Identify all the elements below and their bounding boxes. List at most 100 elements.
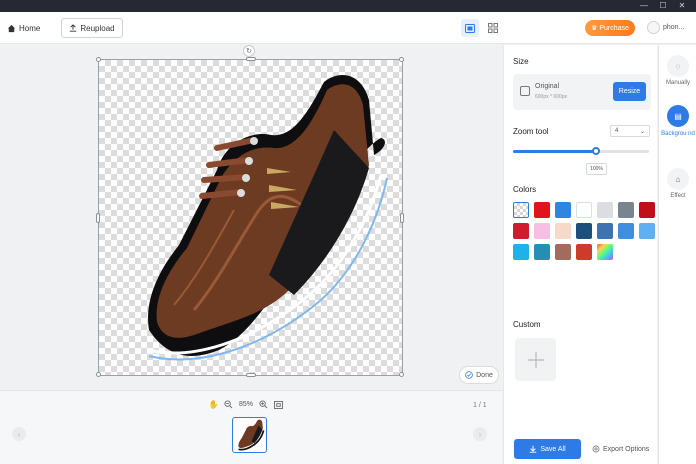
top-toolbar: Home Reupload ♛ Purchase phon... (0, 12, 696, 44)
add-custom-background-button[interactable] (515, 338, 556, 381)
user-account[interactable]: phon... (647, 21, 684, 34)
canvas-area: ↻ Done (0, 45, 502, 390)
zoom-select[interactable]: 4 ⌄ (610, 125, 650, 137)
resize-handle-tl[interactable] (96, 57, 101, 62)
colors-title: Colors (513, 185, 537, 194)
color-swatch[interactable] (639, 202, 655, 218)
resize-handle-bl[interactable] (96, 372, 101, 377)
color-swatch[interactable] (618, 202, 634, 218)
color-swatch[interactable] (534, 202, 550, 218)
color-swatch[interactable] (534, 244, 550, 260)
color-swatch[interactable] (576, 244, 592, 260)
size-option-name: Original (535, 83, 560, 90)
zoom-slider-fill (513, 150, 596, 153)
resize-handle-br[interactable] (399, 372, 404, 377)
resize-handle-left[interactable] (96, 213, 100, 223)
upload-icon (70, 24, 77, 32)
rail-item-label: Effect (670, 193, 686, 199)
resize-button[interactable]: Resize (613, 82, 646, 101)
shoe-image (148, 75, 388, 361)
prev-arrow-icon[interactable]: ‹ (12, 427, 26, 441)
maximize-icon[interactable]: ☐ (657, 1, 669, 11)
done-button[interactable]: Done (459, 366, 499, 384)
crown-icon: ♛ (591, 25, 598, 32)
color-swatch[interactable] (597, 223, 613, 239)
color-swatch[interactable] (597, 244, 613, 260)
background-icon: ▤ (667, 105, 689, 127)
color-swatch[interactable] (555, 223, 571, 239)
user-name: phon... (663, 24, 685, 31)
grid-view-button[interactable] (484, 19, 502, 37)
settings-panel: Size Original 600px * 600px Resize Zoom … (503, 45, 657, 464)
done-label: Done (476, 371, 493, 379)
download-icon (530, 445, 537, 453)
page-info: 1 / 1 (473, 402, 487, 409)
zoom-percent: 85% (239, 401, 254, 408)
zoom-slider-value: 100% (586, 163, 607, 175)
color-swatch[interactable] (513, 202, 529, 218)
export-options-label: Export Options (603, 445, 650, 453)
purchase-button[interactable]: ♛ Purchase (585, 20, 635, 36)
zoom-select-value: 4 (615, 128, 619, 134)
avatar (647, 21, 660, 34)
effect-icon: ⌂ (667, 168, 689, 190)
single-view-button[interactable] (461, 19, 479, 37)
rail-item-effect[interactable]: ⌂ Effect (659, 168, 696, 199)
color-swatch[interactable] (639, 223, 655, 239)
resize-handle-top[interactable] (246, 57, 256, 61)
color-swatch[interactable] (513, 223, 529, 239)
zoom-out-icon[interactable] (224, 400, 233, 409)
rail-item-manually[interactable]: ◌ Manually (659, 55, 696, 86)
color-swatch[interactable] (513, 244, 529, 260)
next-arrow-icon[interactable]: › (473, 427, 487, 441)
color-swatch[interactable] (576, 202, 592, 218)
image-thumbnail[interactable] (232, 417, 267, 453)
grid-view-icon (488, 23, 498, 33)
single-view-icon (465, 23, 475, 33)
resize-handle-bottom[interactable] (246, 373, 256, 377)
bottom-bar: ✋ 85% 1 / 1 ‹ › (0, 390, 502, 464)
rail-item-background[interactable]: ▤ Backgrou nd (659, 105, 696, 138)
color-swatch[interactable] (597, 202, 613, 218)
export-options-button[interactable]: Export Options (592, 445, 649, 453)
rail-item-label: Manually (665, 80, 690, 86)
reupload-label: Reupload (80, 23, 115, 33)
zoom-in-icon[interactable] (259, 400, 268, 409)
minimize-icon[interactable]: — (638, 1, 650, 11)
close-icon[interactable]: ✕ (676, 1, 688, 11)
rotate-icon[interactable]: ↻ (243, 45, 255, 57)
hand-icon[interactable]: ✋ (209, 400, 219, 409)
shoe-thumbnail-image (238, 419, 265, 451)
size-option-original[interactable]: Original 600px * 600px Resize (513, 74, 651, 110)
home-button[interactable]: Home (7, 22, 40, 34)
color-swatch[interactable] (534, 223, 550, 239)
zoom-toolbar: ✋ 85% (209, 400, 283, 409)
fit-screen-icon[interactable] (274, 400, 283, 409)
reupload-button[interactable]: Reupload (61, 18, 123, 38)
rail-item-label: Backgrou nd (661, 131, 695, 137)
zoom-slider-thumb[interactable] (591, 147, 600, 155)
resize-handle-tr[interactable] (399, 57, 404, 62)
plus-icon (527, 351, 544, 368)
zoom-slider[interactable] (513, 147, 649, 155)
image-size-icon (520, 86, 530, 96)
image-stage[interactable] (96, 57, 404, 377)
color-swatch[interactable] (555, 202, 571, 218)
eraser-icon: ◌ (667, 55, 689, 77)
size-option-dims: 600px * 600px (535, 94, 567, 100)
settings-icon (592, 445, 600, 453)
save-all-label: Save All (540, 445, 566, 453)
purchase-label: Purchase (599, 24, 629, 32)
zoom-tool-title: Zoom tool (513, 127, 549, 136)
chevron-down-icon: ⌄ (639, 128, 645, 135)
color-swatch[interactable] (555, 244, 571, 260)
window-titlebar: — ☐ ✕ (0, 0, 696, 12)
color-swatch[interactable] (576, 223, 592, 239)
save-all-button[interactable]: Save All (514, 439, 581, 459)
resize-handle-right[interactable] (400, 213, 404, 223)
color-swatch[interactable] (618, 223, 634, 239)
size-title: Size (513, 57, 529, 66)
mode-rail: ◌ Manually ▤ Backgrou nd ⌂ Effect (658, 45, 696, 464)
home-label: Home (19, 23, 41, 33)
color-swatches (513, 202, 655, 260)
